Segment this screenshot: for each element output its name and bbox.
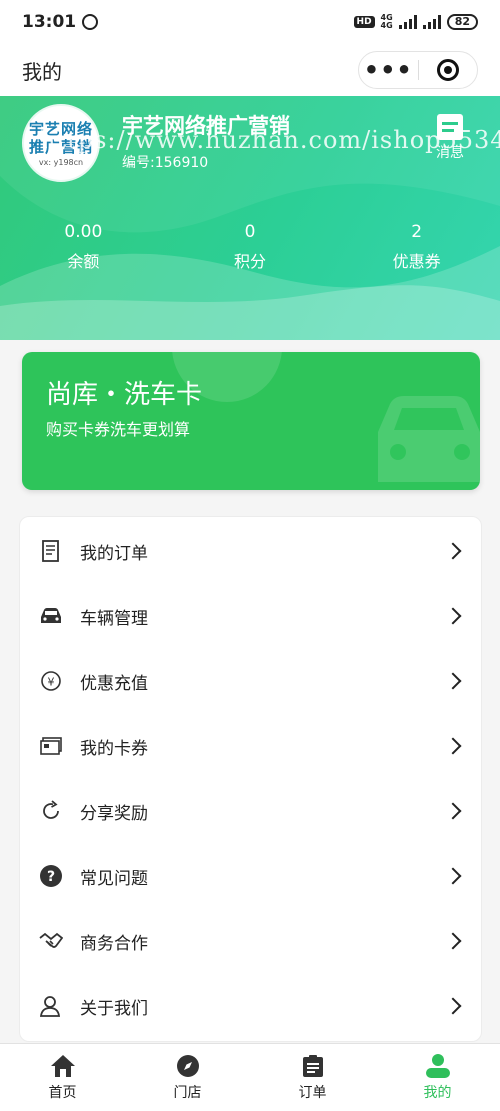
network-type-2: 4G (380, 21, 393, 30)
tab-home[interactable]: 首页 (0, 1044, 125, 1111)
chevron-right-icon (444, 542, 462, 560)
profile-header: 宇艺网络 推广营销 vx: y198cn 宇艺网络推广营销 编号:156910 … (0, 96, 500, 340)
user-id: 编号:156910 (122, 155, 209, 171)
network-type: 4G 4G (381, 14, 393, 30)
person-icon (425, 1053, 450, 1078)
status-indicators: HD 4G 4G 82 (353, 14, 478, 30)
signal-icon-2 (422, 15, 441, 29)
more-dots-icon[interactable]: ••• (359, 58, 418, 82)
mini-program-capsule: ••• (358, 51, 478, 89)
menu-item-about-us[interactable]: 关于我们 (20, 974, 481, 1038)
menu-item-recharge[interactable]: ¥ 优惠充值 (20, 649, 481, 713)
clipboard-icon (302, 1054, 323, 1077)
chevron-right-icon (444, 867, 462, 885)
message-button[interactable]: 消息 (430, 114, 470, 162)
menu-label: 车辆管理 (80, 608, 148, 629)
alarm-icon (82, 14, 99, 30)
chevron-right-icon (444, 802, 462, 820)
tab-label: 订单 (298, 1084, 327, 1101)
menu-label: 常见问题 (80, 868, 148, 889)
bottom-tab-bar: 首页 门店 订单 我的 (0, 1043, 500, 1111)
message-icon (437, 114, 463, 140)
stat-label: 余额 (67, 252, 100, 271)
card-coupon-icon (38, 733, 64, 759)
chevron-right-icon (444, 607, 462, 625)
menu-label: 优惠充值 (80, 673, 148, 694)
stat-coupons[interactable]: 2 优惠券 (333, 222, 500, 272)
stat-value: 0 (244, 222, 256, 242)
tab-mine[interactable]: 我的 (375, 1044, 500, 1111)
stat-label: 优惠券 (392, 252, 441, 271)
menu-label: 商务合作 (80, 933, 148, 954)
recharge-yen-icon: ¥ (38, 668, 64, 694)
hd-badge: HD (353, 16, 375, 28)
avatar-contact: vx: y198cn (38, 157, 84, 167)
chevron-right-icon (444, 932, 462, 950)
menu-item-my-coupons[interactable]: 我的卡券 (20, 714, 481, 778)
stat-balance[interactable]: 0.00 余额 (0, 222, 167, 272)
menu-item-faq[interactable]: ? 常见问题 (20, 844, 481, 908)
tab-label: 我的 (423, 1084, 452, 1101)
car-watermark-icon (378, 396, 480, 482)
menu-label: 我的订单 (80, 543, 148, 564)
signal-icon (398, 15, 417, 29)
banner-title: 尚库・洗车卡 (46, 380, 203, 410)
tab-label: 门店 (173, 1084, 202, 1101)
user-profile-icon (38, 993, 64, 1019)
stat-value: 2 (411, 222, 423, 242)
status-bar: 13:01 HD 4G 4G 82 (0, 0, 500, 44)
stat-points[interactable]: 0 积分 (167, 222, 334, 272)
order-list-icon (38, 538, 64, 564)
chevron-right-icon (444, 737, 462, 755)
menu-item-business-cooperation[interactable]: 商务合作 (20, 909, 481, 973)
home-icon (50, 1054, 75, 1077)
menu-item-share-rewards[interactable]: 分享奖励 (20, 779, 481, 843)
menu-item-vehicle-management[interactable]: 车辆管理 (20, 584, 481, 648)
banner-subtitle: 购买卡券洗车更划算 (46, 420, 191, 439)
car-wash-card-banner[interactable]: 尚库・洗车卡 购买卡券洗车更划算 (22, 352, 480, 490)
svg-text:?: ? (47, 869, 55, 885)
stat-label: 积分 (234, 252, 267, 271)
car-icon (38, 603, 64, 629)
page-title: 我的 (22, 59, 62, 84)
question-icon: ? (38, 863, 64, 889)
account-stats: 0.00 余额 0 积分 2 优惠券 (0, 222, 500, 272)
tab-orders[interactable]: 订单 (250, 1044, 375, 1111)
menu-list: 我的订单 车辆管理 ¥ 优惠充值 我的卡券 分享奖励 ? 常见问题 商务合作 关… (19, 516, 482, 1042)
status-time: 13:01 (22, 12, 77, 32)
compass-icon (176, 1054, 199, 1077)
menu-item-my-orders[interactable]: 我的订单 (20, 519, 481, 583)
target-icon[interactable] (419, 59, 478, 81)
message-label: 消息 (436, 145, 464, 161)
menu-label: 我的卡券 (80, 738, 148, 759)
menu-label: 分享奖励 (80, 803, 148, 824)
svg-text:¥: ¥ (48, 676, 55, 689)
handshake-icon (38, 928, 64, 954)
chevron-right-icon (444, 672, 462, 690)
nav-bar: 我的 ••• (0, 44, 500, 96)
tab-stores[interactable]: 门店 (125, 1044, 250, 1111)
menu-label: 关于我们 (80, 998, 148, 1019)
stat-value: 0.00 (64, 222, 103, 242)
chevron-right-icon (444, 997, 462, 1015)
tab-label: 首页 (48, 1084, 77, 1101)
share-refresh-icon (38, 798, 64, 824)
battery-icon: 82 (446, 14, 478, 30)
